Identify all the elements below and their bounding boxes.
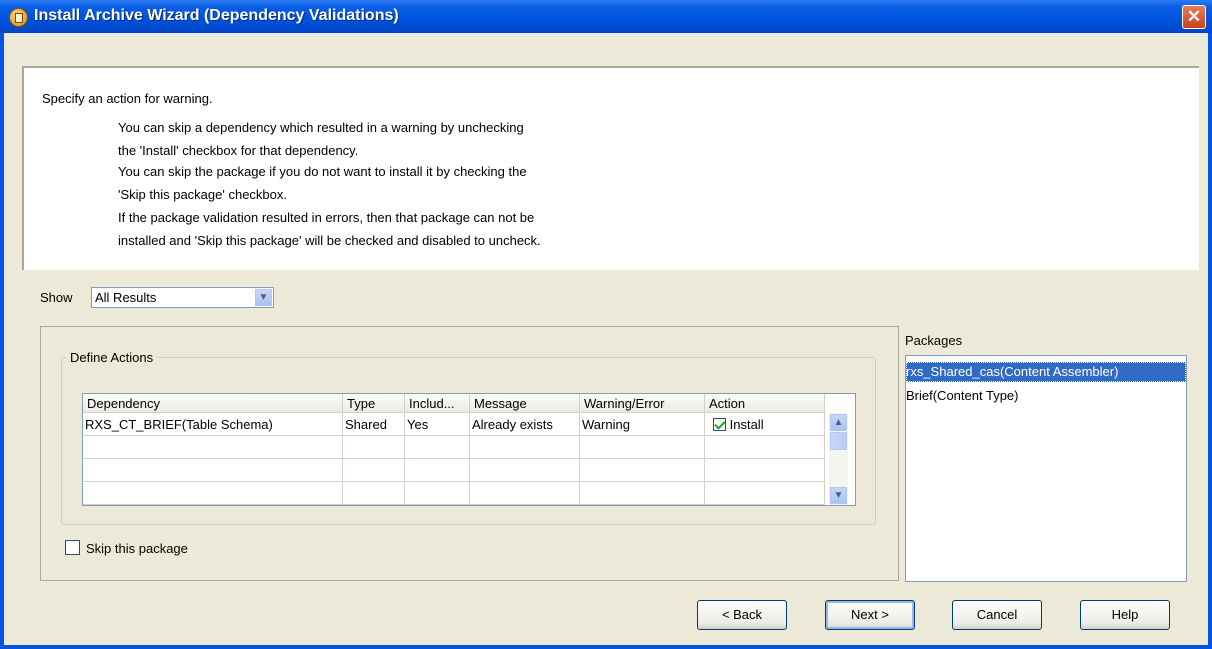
back-button[interactable]: < Back [697,600,787,630]
chevron-down-icon[interactable]: ▼ [830,487,847,504]
table-cell [705,459,825,482]
table-cell [405,436,470,459]
skip-package-label: Skip this package [86,541,188,556]
cell-included: Yes [405,413,470,436]
table-cell [580,482,705,505]
chevron-up-icon[interactable]: ▲ [830,414,847,431]
table-cell [470,436,580,459]
scrollbar-thumb[interactable] [830,432,847,450]
table-cell [343,436,405,459]
description-line: You can skip the package if you do not w… [118,164,527,179]
table-cell [83,436,343,459]
column-header-included[interactable]: Includ... [405,394,470,413]
title-bar[interactable]: Install Archive Wizard (Dependency Valid… [0,0,1212,33]
cancel-button[interactable]: Cancel [952,600,1042,630]
define-actions-legend: Define Actions [66,350,158,365]
app-icon [9,8,28,27]
column-header-message[interactable]: Message [470,394,580,413]
table-cell [580,436,705,459]
table-cell [343,482,405,505]
skip-package-option[interactable]: Skip this package [65,540,188,556]
column-header-warning-error[interactable]: Warning/Error [580,394,705,413]
show-filter-value: All Results [95,290,157,305]
cell-dependency: RXS_CT_BRIEF(Table Schema) [83,413,343,436]
column-header-dependency[interactable]: Dependency [83,394,343,413]
table-cell [83,459,343,482]
table-cell [343,459,405,482]
description-line: If the package validation resulted in er… [118,210,535,225]
table-cell [405,459,470,482]
chevron-down-icon[interactable]: ▼ [255,289,272,306]
window-title: Install Archive Wizard (Dependency Valid… [34,7,399,24]
description-line: 'Skip this package' checkbox. [118,187,287,202]
packages-list[interactable]: rxs_Shared_cas(Content Assembler) Brief(… [905,355,1187,582]
show-filter-select[interactable]: All Results ▼ [91,287,274,308]
cell-action: Install [705,413,825,436]
install-checkbox[interactable] [713,418,726,431]
close-icon: ✕ [1186,7,1202,26]
column-header-action[interactable]: Action [705,394,825,413]
packages-label: Packages [905,333,963,348]
close-button[interactable]: ✕ [1182,5,1206,29]
description-line: installed and 'Skip this package' will b… [118,233,541,248]
table-cell [83,482,343,505]
skip-package-checkbox[interactable] [65,540,80,555]
table-scrollbar[interactable]: ▲ ▼ [829,413,848,505]
table-cell [705,436,825,459]
next-button[interactable]: Next > [825,600,915,630]
description-line: the 'Install' checkbox for that dependen… [118,143,359,158]
help-button[interactable]: Help [1080,600,1170,630]
cell-warning-error: Warning [580,413,705,436]
install-label: Install [729,417,764,432]
description-line: You can skip a dependency which resulted… [118,120,524,135]
cell-message: Already exists [470,413,580,436]
dependency-table: Dependency Type Includ... Message Warnin… [82,393,856,506]
table-cell [405,482,470,505]
table-cell [705,482,825,505]
column-header-type[interactable]: Type [343,394,405,413]
table-cell [470,482,580,505]
description-heading: Specify an action for warning. [42,91,213,106]
table-cell [580,459,705,482]
package-item[interactable]: Brief(Content Type) [906,386,1186,406]
show-label: Show [40,290,73,305]
table-cell [470,459,580,482]
cell-type: Shared [343,413,405,436]
package-item[interactable]: rxs_Shared_cas(Content Assembler) [906,362,1186,382]
